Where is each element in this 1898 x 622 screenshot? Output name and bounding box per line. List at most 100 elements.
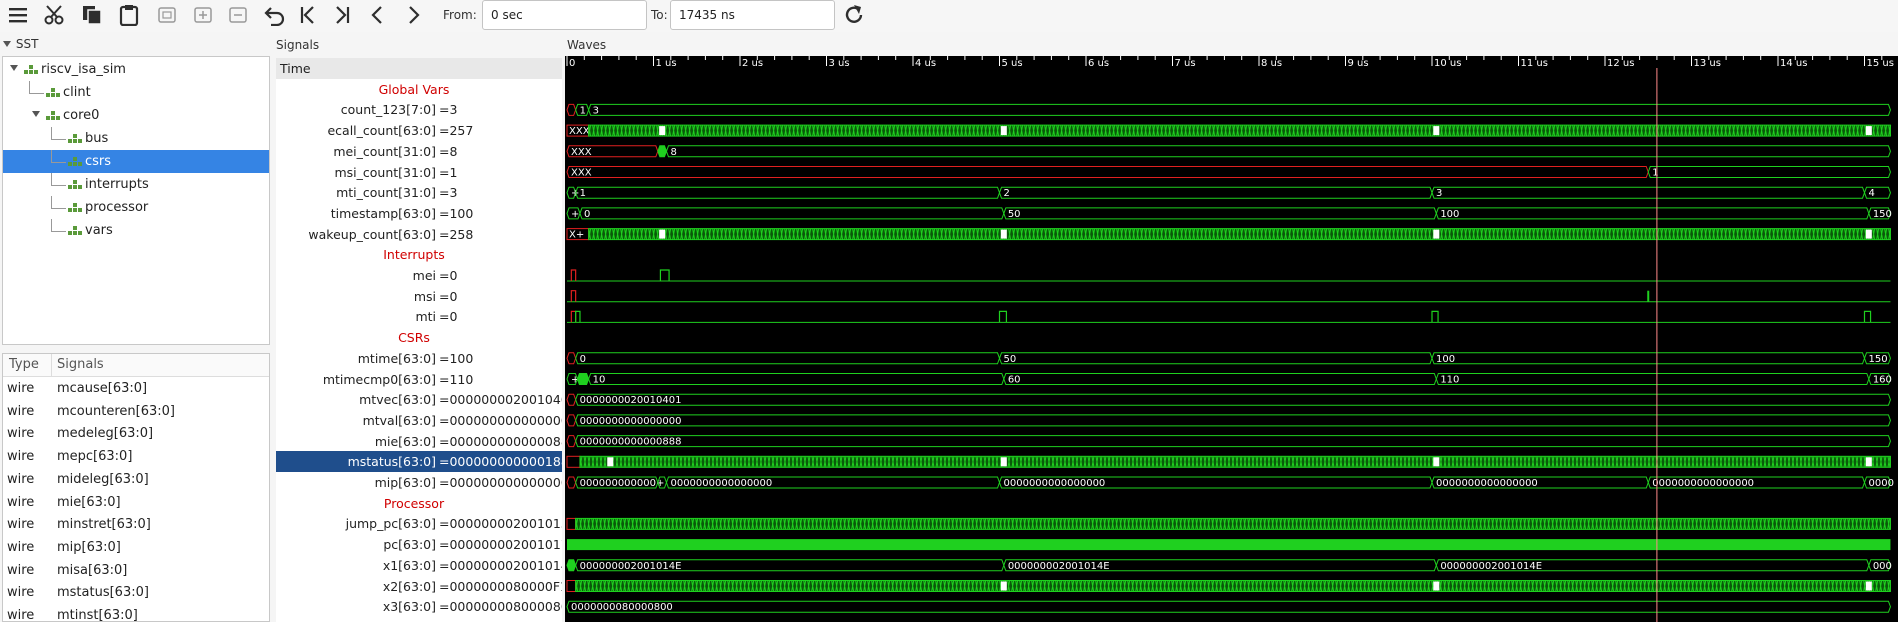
first-icon[interactable] bbox=[296, 2, 320, 28]
bus-segment[interactable] bbox=[566, 435, 577, 448]
tree-node[interactable]: riscv_isa_sim bbox=[3, 58, 269, 81]
signal-row[interactable]: x1[63:0]=000000002001014E bbox=[276, 555, 562, 576]
waves-pane[interactable]: 0 1 us 2 us 3 us 4 us 5 us 6 us 7 us 8 us 9 us 10 … bbox=[565, 56, 1898, 622]
bus-segment[interactable] bbox=[1435, 373, 1870, 385]
tree-node[interactable]: interrupts bbox=[3, 173, 269, 196]
signal-row[interactable]: jump_pc[63:0]=000000002001015A bbox=[276, 513, 562, 534]
signal-row[interactable]: pc[63:0]=0000000020010176 bbox=[276, 534, 562, 555]
tree-node[interactable]: processor bbox=[3, 196, 269, 219]
signal-row[interactable]: ecall_count[63:0] =257 bbox=[276, 120, 562, 141]
bus-segment[interactable] bbox=[998, 186, 1433, 199]
bus-segment[interactable] bbox=[566, 580, 577, 592]
signal-row[interactable]: mti_count[31:0] =3 bbox=[276, 182, 562, 203]
signal-row[interactable]: mip[63:0]=0000000000000000 bbox=[276, 472, 562, 493]
signal-row[interactable]: msi =0 bbox=[276, 286, 562, 307]
bus-segment[interactable] bbox=[575, 186, 1001, 199]
bus-segment[interactable] bbox=[1431, 186, 1866, 199]
bus-segment[interactable] bbox=[566, 166, 1649, 178]
expander-icon[interactable] bbox=[31, 104, 41, 127]
tree-node[interactable]: bus bbox=[3, 127, 269, 150]
signal-row[interactable]: mtime[63:0] =100 bbox=[276, 348, 562, 369]
pulse[interactable] bbox=[570, 290, 577, 302]
bus-segment[interactable] bbox=[566, 393, 577, 406]
dense-transitions[interactable] bbox=[588, 124, 1891, 137]
bus-segment[interactable] bbox=[566, 476, 577, 489]
signal-row[interactable]: mtvec[63:0]=0000000020010401 bbox=[276, 389, 562, 410]
bus-segment[interactable] bbox=[566, 455, 581, 468]
signal-list-row[interactable]: wire mepc[63:0] bbox=[3, 445, 269, 468]
signal-list[interactable]: Type Signals wire mcause[63:0] wire mcounte… bbox=[2, 353, 270, 622]
signal-row[interactable]: mti =0 bbox=[276, 306, 562, 327]
bus-segment[interactable] bbox=[566, 559, 577, 572]
bus-segment[interactable] bbox=[657, 145, 668, 158]
bus-segment[interactable] bbox=[575, 352, 1001, 365]
menu-icon[interactable] bbox=[6, 2, 30, 28]
bus-segment[interactable] bbox=[566, 414, 577, 427]
sst-header[interactable]: SST bbox=[2, 37, 38, 51]
time-row[interactable]: Time bbox=[276, 58, 562, 79]
col-signals-header[interactable]: Signals bbox=[57, 357, 104, 372]
expander-icon[interactable] bbox=[9, 58, 19, 81]
dense-transitions[interactable] bbox=[588, 228, 1891, 241]
waveform-canvas[interactable]: 0 1 us 2 us 3 us 4 us 5 us 6 us 7 us 8 us 9 us 10 … bbox=[565, 56, 1898, 622]
signal-list-row[interactable]: wire mcounteren[63:0] bbox=[3, 400, 269, 423]
signal-list-row[interactable]: wire mtinst[63:0] bbox=[3, 604, 269, 621]
section-header[interactable]: CSRs bbox=[276, 327, 562, 348]
signal-row[interactable]: msi_count[31:0] =1 bbox=[276, 162, 562, 183]
solid-activity[interactable] bbox=[567, 539, 1891, 551]
pulse[interactable] bbox=[659, 269, 670, 281]
bus-segment[interactable] bbox=[575, 414, 1891, 427]
bus-segment[interactable] bbox=[1647, 166, 1891, 178]
bus-segment[interactable] bbox=[588, 103, 1891, 116]
bus-segment[interactable] bbox=[566, 103, 577, 116]
tree-node[interactable]: clint bbox=[3, 81, 269, 104]
zoom-in-icon[interactable] bbox=[191, 2, 215, 28]
bus-segment[interactable] bbox=[575, 393, 1891, 406]
bus-segment[interactable] bbox=[566, 600, 1891, 613]
signal-list-row[interactable]: wire misa[63:0] bbox=[3, 559, 269, 582]
zoom-out-icon[interactable] bbox=[226, 2, 250, 28]
bus-segment[interactable] bbox=[566, 517, 577, 530]
signal-list-row[interactable]: wire medeleg[63:0] bbox=[3, 422, 269, 445]
signal-row[interactable]: mie[63:0]=0000000000000888 bbox=[276, 431, 562, 452]
paste-icon[interactable] bbox=[117, 2, 141, 28]
col-type-header[interactable]: Type bbox=[9, 357, 39, 372]
signal-list-row[interactable]: wire minstret[63:0] bbox=[3, 513, 269, 536]
signal-row[interactable]: x3[63:0]=0000000080000800 bbox=[276, 596, 562, 617]
zoom-fit-icon[interactable] bbox=[155, 2, 179, 28]
sst-tree[interactable]: riscv_isa_sim clint core0 bus csrs interrupts… bbox=[2, 56, 270, 345]
bus-segment[interactable] bbox=[575, 435, 1891, 448]
section-header[interactable]: Interrupts bbox=[276, 244, 562, 265]
signal-list-row[interactable]: wire mideleg[63:0] bbox=[3, 468, 269, 491]
signal-list-row[interactable]: wire mstatus[63:0] bbox=[3, 581, 269, 604]
bus-segment[interactable] bbox=[566, 352, 577, 365]
bus-segment[interactable] bbox=[1431, 352, 1866, 365]
copy-icon[interactable] bbox=[80, 2, 104, 28]
bus-segment[interactable] bbox=[576, 373, 590, 385]
signal-row[interactable]: mei_count[31:0] =8 bbox=[276, 141, 562, 162]
to-input[interactable] bbox=[670, 0, 835, 30]
signal-row[interactable]: timestamp[63:0] =100 bbox=[276, 203, 562, 224]
bus-segment[interactable] bbox=[588, 373, 1005, 385]
signal-list-row[interactable]: wire mip[63:0] bbox=[3, 536, 269, 559]
section-header[interactable]: Global Vars bbox=[276, 79, 562, 100]
bus-segment[interactable] bbox=[1435, 207, 1870, 220]
undo-icon[interactable] bbox=[262, 2, 286, 28]
signal-row[interactable]: count_123[7:0] =3 bbox=[276, 99, 562, 120]
signal-list-row[interactable]: wire mie[63:0] bbox=[3, 491, 269, 514]
reload-icon[interactable] bbox=[842, 2, 866, 28]
tree-node[interactable]: csrs bbox=[3, 150, 269, 173]
next-icon[interactable] bbox=[401, 2, 425, 28]
pulse[interactable] bbox=[1863, 310, 1872, 323]
tree-node[interactable]: core0 bbox=[3, 104, 269, 127]
tree-node[interactable]: vars bbox=[3, 219, 269, 242]
bus-segment[interactable] bbox=[665, 145, 1891, 158]
signal-row[interactable]: mei =0 bbox=[276, 265, 562, 286]
pulse[interactable] bbox=[570, 269, 577, 281]
signal-row[interactable]: mtval[63:0]=0000000000000000 bbox=[276, 410, 562, 431]
pulse[interactable] bbox=[998, 310, 1008, 323]
signal-row[interactable]: wakeup_count[63:0] =258 bbox=[276, 224, 562, 245]
pulse[interactable] bbox=[1431, 310, 1439, 323]
last-icon[interactable] bbox=[330, 2, 354, 28]
signal-row[interactable]: mstatus[63:0]=0000000000001888 bbox=[276, 451, 562, 473]
